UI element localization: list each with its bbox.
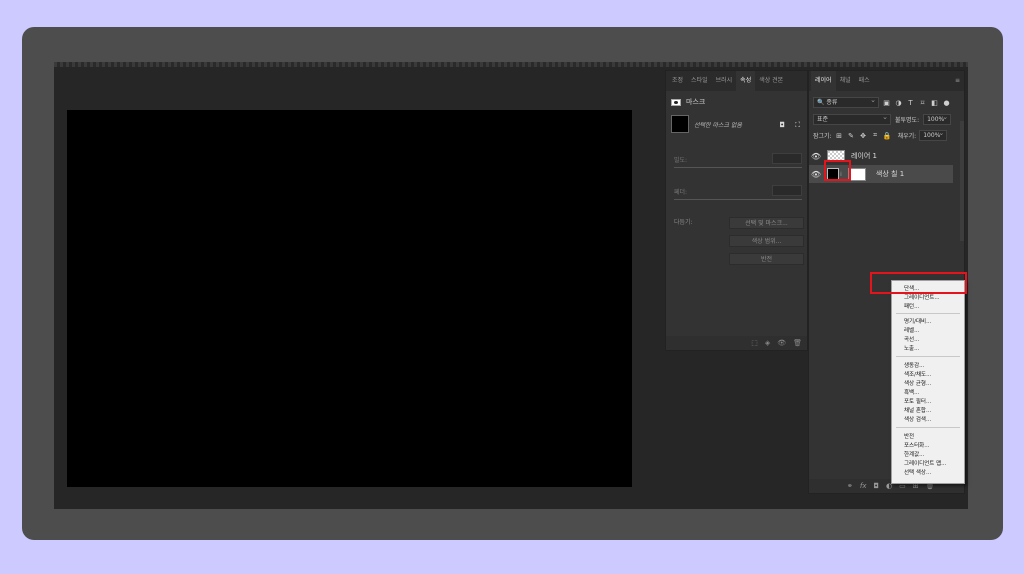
adjustment-filter-icon[interactable]: ◑ — [894, 99, 903, 107]
mask-icon — [671, 98, 681, 106]
invert-button[interactable]: 반전 — [729, 253, 804, 265]
tab-brushes[interactable]: 브러시 — [712, 71, 737, 91]
menu-item-channel-mixer[interactable]: 채널 혼합... — [904, 406, 931, 414]
lock-artboard-icon[interactable]: ⌗ — [871, 131, 880, 140]
kind-filter-select[interactable]: 🔍 종류 — [813, 96, 879, 108]
feather-label: 페더: — [674, 189, 688, 196]
load-selection-icon[interactable]: ⬚ — [751, 339, 758, 347]
menu-item-posterize[interactable]: 포스터화... — [904, 441, 930, 449]
select-and-mask-button[interactable]: 선택 및 마스크... — [729, 217, 804, 229]
pixel-mask-icon[interactable]: ◘ — [779, 121, 785, 129]
tab-swatches[interactable]: 색상 견본 — [755, 71, 787, 91]
tab-channels[interactable]: 채널 — [836, 71, 855, 91]
density-slider[interactable] — [674, 167, 802, 168]
visibility-eye-icon[interactable]: 👁 — [809, 152, 823, 161]
fx-icon[interactable]: fx — [860, 482, 867, 490]
blend-mode-select[interactable]: 표준 — [813, 113, 891, 125]
menu-item-invert[interactable]: 반전 — [904, 432, 914, 440]
lock-image-icon[interactable]: ✎ — [847, 132, 856, 140]
tab-paths[interactable]: 패스 — [855, 71, 874, 91]
fill-field[interactable]: 100% — [919, 129, 948, 141]
mask-thumbnail — [671, 115, 689, 133]
highlight-box-menu-item — [870, 272, 967, 294]
lock-position-icon[interactable]: ✥ — [859, 132, 868, 140]
link-layers-icon[interactable]: ⚭ — [847, 482, 853, 490]
filter-toggle-icon[interactable]: ● — [942, 99, 951, 107]
layer-name: 색상 칠 1 — [875, 170, 905, 178]
tab-styles[interactable]: 스타일 — [687, 71, 712, 91]
mask-status: 선택한 마스크 없음 — [694, 121, 742, 129]
panel-menu-icon[interactable]: ≡ — [951, 71, 964, 91]
pixel-filter-icon[interactable]: ▣ — [882, 99, 891, 107]
menu-separator — [896, 427, 960, 428]
photoshop-workspace: 조정 스타일 브러시 속성 색상 견본 마스크 선택한 마스크 없음 ◘ ⛶ 밀… — [54, 62, 968, 509]
menu-separator — [896, 313, 960, 314]
tab-layers[interactable]: 레이어 — [811, 71, 836, 91]
menu-item-photo-filter[interactable]: 포토 필터... — [904, 397, 931, 405]
lock-transparency-icon[interactable]: ⊞ — [835, 132, 844, 140]
adjustment-context-menu: 단색... 그레이디언트... 패턴... 명기/대비... 레벨... 곡선.… — [891, 280, 965, 484]
layer-name: 레이어 1 — [851, 152, 877, 160]
lock-row: 잠그기: ⊞ ✎ ✥ ⌗ 🔒 채우기: 100% — [809, 129, 964, 141]
menu-item-black-white[interactable]: 흑백... — [904, 388, 919, 396]
shape-filter-icon[interactable]: ⌑ — [918, 99, 927, 107]
tab-properties[interactable]: 속성 — [736, 71, 756, 91]
blend-row: 표준 불투명도: 100% — [809, 113, 964, 125]
menu-item-color-lookup[interactable]: 색상 검색... — [904, 415, 931, 423]
vector-mask-icon[interactable]: ⛶ — [795, 121, 800, 130]
options-bar-strip — [54, 62, 968, 67]
layers-scrollbar[interactable] — [960, 121, 964, 241]
kind-filter-value: 종류 — [826, 99, 838, 106]
document-canvas[interactable] — [67, 110, 632, 487]
menu-item-levels[interactable]: 레벨... — [904, 326, 919, 334]
menu-item-hue-saturation[interactable]: 색조/채도... — [904, 370, 931, 378]
menu-item-brightness-contrast[interactable]: 명기/대비... — [904, 317, 931, 325]
mask-status-row: 선택한 마스크 없음 — [671, 115, 742, 133]
menu-item-gradient[interactable]: 그레이디언트... — [904, 293, 940, 301]
add-mask-icon[interactable]: ◘ — [873, 482, 879, 490]
menu-item-curves[interactable]: 곡선... — [904, 335, 919, 343]
menu-item-threshold[interactable]: 한계값... — [904, 450, 924, 458]
properties-footer: ⬚ ◈ 👁 🗑 — [666, 336, 807, 350]
menu-item-color-balance[interactable]: 색상 균형... — [904, 379, 931, 387]
color-range-button[interactable]: 색상 범위... — [729, 235, 804, 247]
visibility-icon[interactable]: 👁 — [777, 339, 786, 347]
apply-mask-icon[interactable]: ◈ — [765, 339, 770, 347]
density-label: 밀도: — [674, 157, 688, 164]
lock-label: 잠그기: — [813, 133, 832, 140]
menu-item-exposure[interactable]: 노출... — [904, 344, 919, 352]
trash-icon[interactable]: 🗑 — [793, 339, 802, 347]
opacity-field[interactable]: 100% — [923, 113, 952, 125]
tab-adjustments[interactable]: 조정 — [668, 71, 687, 91]
highlight-box-thumbnail — [824, 160, 851, 181]
opacity-label: 불투명도: — [895, 117, 920, 124]
section-title: 마스크 — [686, 98, 706, 106]
density-field[interactable] — [772, 153, 802, 164]
refine-label: 다듬기: — [674, 219, 693, 226]
properties-panel: 조정 스타일 브러시 속성 색상 견본 마스크 선택한 마스크 없음 ◘ ⛶ 밀… — [665, 70, 808, 351]
type-filter-icon[interactable]: T — [906, 99, 915, 107]
filter-row: 🔍 종류 ▣ ◑ T ⌑ ◧ ● — [809, 96, 964, 108]
properties-tabbar: 조정 스타일 브러시 속성 색상 견본 — [666, 71, 807, 91]
search-icon: 🔍 — [817, 99, 825, 106]
mask-section-header: 마스크 — [671, 97, 705, 107]
fill-label: 채우기: — [897, 133, 917, 140]
lock-all-icon[interactable]: 🔒 — [883, 132, 892, 140]
layers-tabbar: 레이어 채널 패스 ≡ — [809, 71, 964, 91]
menu-item-selective-color[interactable]: 선택 색상... — [904, 468, 931, 476]
feather-slider[interactable] — [674, 199, 802, 200]
menu-item-gradient-map[interactable]: 그레이디언트 맵... — [904, 459, 946, 467]
menu-item-pattern[interactable]: 패턴... — [904, 302, 919, 310]
menu-separator — [896, 356, 960, 357]
visibility-eye-icon[interactable]: 👁 — [809, 170, 823, 179]
feather-field[interactable] — [772, 185, 802, 196]
menu-item-vibrance[interactable]: 생동감... — [904, 361, 924, 369]
smart-object-filter-icon[interactable]: ◧ — [930, 99, 939, 107]
